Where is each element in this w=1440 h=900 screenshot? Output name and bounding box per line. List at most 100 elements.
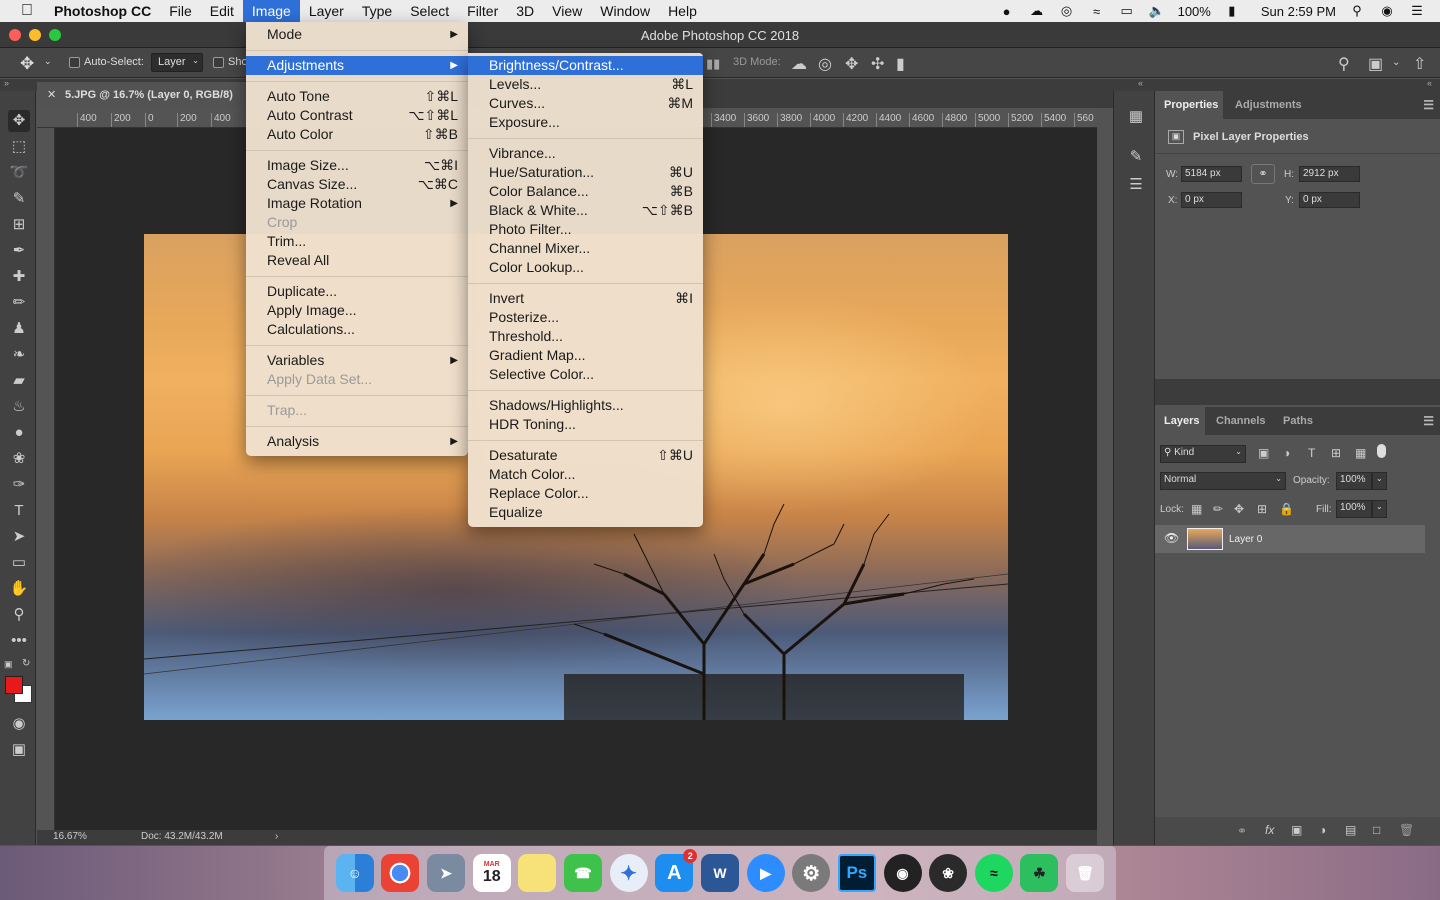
quick-mask-icon[interactable]: ◉: [8, 713, 30, 735]
status-menu-arrow-icon[interactable]: ›: [275, 831, 278, 842]
crop-tool-icon[interactable]: ⊞: [8, 214, 30, 236]
spotlight-search-icon[interactable]: ⚲: [1348, 3, 1366, 18]
brush-tool-icon[interactable]: ✏: [8, 292, 30, 314]
menu-view[interactable]: View: [543, 0, 591, 22]
lasso-tool-icon[interactable]: ➰: [8, 162, 30, 184]
finder-icon[interactable]: ☺: [335, 854, 374, 892]
pen-tool-icon[interactable]: ✑: [8, 474, 30, 496]
menu-item-match-color[interactable]: Match Color...: [468, 465, 703, 484]
add-mask-icon[interactable]: ▣: [1291, 823, 1302, 837]
rectangle-tool-icon[interactable]: ▭: [8, 552, 30, 574]
paint-bucket-tool-icon[interactable]: ♨: [8, 396, 30, 418]
history-panel-icon[interactable]: ▦: [1126, 107, 1146, 127]
tab-properties[interactable]: Properties: [1164, 99, 1218, 111]
adjustments-panel-icon[interactable]: ☰: [1126, 175, 1146, 195]
menu-item-brightness-contrast[interactable]: Brightness/Contrast...: [468, 56, 703, 75]
filter-adjustment-icon[interactable]: ◑: [1283, 446, 1290, 460]
battery-percent[interactable]: 100%: [1178, 4, 1211, 19]
workspace-icon[interactable]: ▣: [1368, 54, 1383, 74]
menu-window[interactable]: Window: [591, 0, 659, 22]
menu-item-threshold[interactable]: Threshold...: [468, 327, 703, 346]
clone-stamp-tool-icon[interactable]: ♟: [8, 318, 30, 340]
menu-item-auto-tone[interactable]: Auto Tone ⇧⌘L: [246, 87, 468, 106]
drag-3d-icon[interactable]: ✥: [845, 54, 858, 74]
menu-item-vibrance[interactable]: Vibrance...: [468, 144, 703, 163]
share-icon[interactable]: ⇧: [1413, 54, 1426, 74]
menu-app-name[interactable]: Photoshop CC: [54, 0, 160, 22]
tab-paths[interactable]: Paths: [1283, 415, 1313, 427]
menu-item-hue-saturation[interactable]: Hue/Saturation... ⌘U: [468, 163, 703, 182]
menu-item-hdr-toning[interactable]: HDR Toning...: [468, 415, 703, 434]
move-tool-icon[interactable]: ✥: [8, 110, 30, 132]
expand-tools-icon[interactable]: »: [4, 78, 9, 88]
filter-type-icon[interactable]: T: [1308, 446, 1315, 460]
wifi-icon[interactable]: ≈: [1088, 4, 1106, 19]
scale-3d-icon[interactable]: ▮: [896, 54, 905, 74]
zoom-tool-icon[interactable]: ⚲: [8, 604, 30, 626]
brush-settings-icon[interactable]: ✎: [1126, 147, 1146, 167]
collapse-panels-icon[interactable]: «: [1138, 78, 1143, 88]
workspace-chevron-icon[interactable]: ⌄: [1392, 57, 1400, 68]
eyedropper-tool-icon[interactable]: ✒: [8, 240, 30, 262]
new-adjustment-layer-icon[interactable]: ◑: [1319, 823, 1326, 837]
width-field[interactable]: 5184 px: [1181, 166, 1242, 182]
menu-item-calculations[interactable]: Calculations...: [246, 320, 468, 339]
notification-center-icon[interactable]: ☰: [1408, 3, 1426, 18]
menu-item-color-balance[interactable]: Color Balance... ⌘B: [468, 182, 703, 201]
battery-icon[interactable]: ▮: [1223, 3, 1241, 18]
menu-item-analysis[interactable]: Analysis ▶: [246, 432, 468, 451]
history-brush-tool-icon[interactable]: ❧: [8, 344, 30, 366]
creative-cloud-icon[interactable]: ◎: [1058, 3, 1076, 18]
word-icon[interactable]: W: [700, 854, 739, 892]
davinci-resolve-icon[interactable]: ❀: [929, 854, 968, 892]
screen-mode-icon[interactable]: ▣: [8, 739, 30, 761]
airplay-icon[interactable]: ▭: [1118, 3, 1136, 18]
menu-item-photo-filter[interactable]: Photo Filter...: [468, 220, 703, 239]
quick-select-tool-icon[interactable]: ✎: [8, 188, 30, 210]
menu-item-image-rotation[interactable]: Image Rotation ▶: [246, 194, 468, 213]
new-layer-icon[interactable]: □: [1373, 823, 1380, 837]
menu-item-channel-mixer[interactable]: Channel Mixer...: [468, 239, 703, 258]
opacity-field[interactable]: 100%: [1336, 472, 1372, 490]
sponge-tool-icon[interactable]: ❀: [8, 448, 30, 470]
evernote-icon[interactable]: ☘: [1020, 854, 1059, 892]
menu-item-image-size[interactable]: Image Size... ⌥⌘I: [246, 156, 468, 175]
menu-type[interactable]: Type: [353, 0, 401, 22]
menu-item-auto-color[interactable]: Auto Color ⇧⌘B: [246, 125, 468, 144]
filter-smart-object-icon[interactable]: ▦: [1355, 446, 1366, 460]
evernote-status-icon[interactable]: ●: [998, 4, 1016, 19]
menu-item-exposure[interactable]: Exposure...: [468, 113, 703, 132]
collapse-right-icon[interactable]: «: [1427, 78, 1432, 88]
fill-field[interactable]: 100%: [1336, 500, 1372, 518]
menu-item-auto-contrast[interactable]: Auto Contrast ⌥⇧⌘L: [246, 106, 468, 125]
menu-item-levels[interactable]: Levels... ⌘L: [468, 75, 703, 94]
safari-icon[interactable]: ✦: [609, 854, 648, 892]
link-dimensions-icon[interactable]: ⚭: [1251, 164, 1275, 184]
cloud-icon[interactable]: ☁: [1028, 3, 1046, 18]
eraser-tool-icon[interactable]: ▰: [8, 370, 30, 392]
trash-icon[interactable]: 🗑: [1066, 854, 1105, 892]
zoom-icon[interactable]: ▶: [746, 854, 785, 892]
photoshop-icon[interactable]: Ps: [837, 854, 876, 892]
clock[interactable]: Sun 2:59 PM: [1261, 4, 1336, 19]
path-select-tool-icon[interactable]: ➤: [8, 526, 30, 548]
menu-item-invert[interactable]: Invert ⌘I: [468, 289, 703, 308]
link-layers-icon[interactable]: ⚭: [1237, 824, 1247, 838]
foreground-color-swatch[interactable]: [5, 676, 23, 694]
lock-transparent-icon[interactable]: ▦: [1191, 502, 1202, 516]
menu-item-selective-color[interactable]: Selective Color...: [468, 365, 703, 384]
calendar-icon[interactable]: MAR 18: [472, 854, 511, 892]
more-tools-icon[interactable]: •••: [8, 630, 30, 652]
menu-select[interactable]: Select: [401, 0, 458, 22]
menu-item-curves[interactable]: Curves... ⌘M: [468, 94, 703, 113]
healing-brush-tool-icon[interactable]: ✚: [8, 266, 30, 288]
menu-edit[interactable]: Edit: [201, 0, 243, 22]
orbit-3d-icon[interactable]: ☁: [791, 54, 807, 74]
menu-image[interactable]: Image: [242, 0, 300, 22]
menu-item-equalize[interactable]: Equalize: [468, 503, 703, 522]
menu-filter[interactable]: Filter: [458, 0, 507, 22]
panel-menu-icon[interactable]: ☰: [1423, 98, 1434, 112]
roll-3d-icon[interactable]: ◎: [818, 54, 832, 74]
search-icon[interactable]: ⚲: [1338, 54, 1350, 74]
new-group-icon[interactable]: ▤: [1345, 823, 1356, 837]
